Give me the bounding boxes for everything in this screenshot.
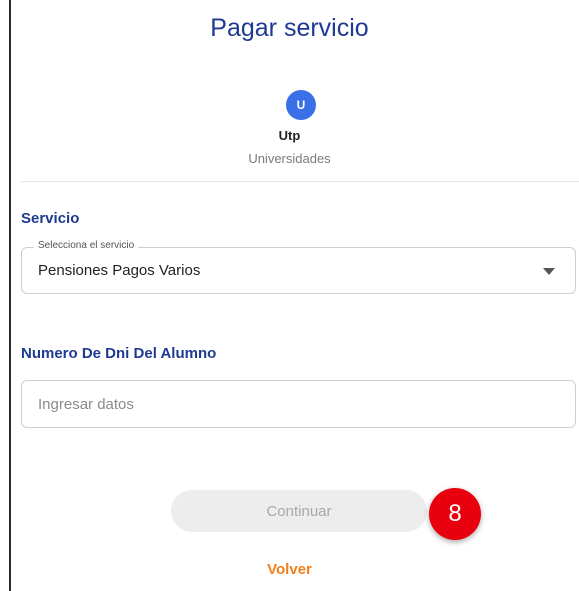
provider-name: Utp [278,128,301,143]
service-select-value: Pensiones Pagos Varios [38,262,201,279]
page-title: Pagar servicio [210,14,369,42]
divider [21,181,579,182]
caret-down-icon [543,268,555,275]
service-section-label: Servicio [21,210,80,227]
step-badge: 8 [429,488,481,540]
provider-avatar: U [286,90,316,120]
avatar-initial: U [296,98,306,112]
service-select[interactable]: Selecciona el servicio Pensiones Pagos V… [21,240,576,294]
provider-category: Universidades [248,151,331,166]
left-border [9,0,11,591]
dni-input[interactable] [21,380,576,428]
back-link[interactable]: Volver [0,561,579,578]
dni-section-label: Numero De Dni Del Alumno [21,345,217,362]
service-select-label: Selecciona el servicio [34,240,139,251]
continue-button[interactable]: Continuar [171,490,427,532]
step-number: 8 [448,500,462,527]
